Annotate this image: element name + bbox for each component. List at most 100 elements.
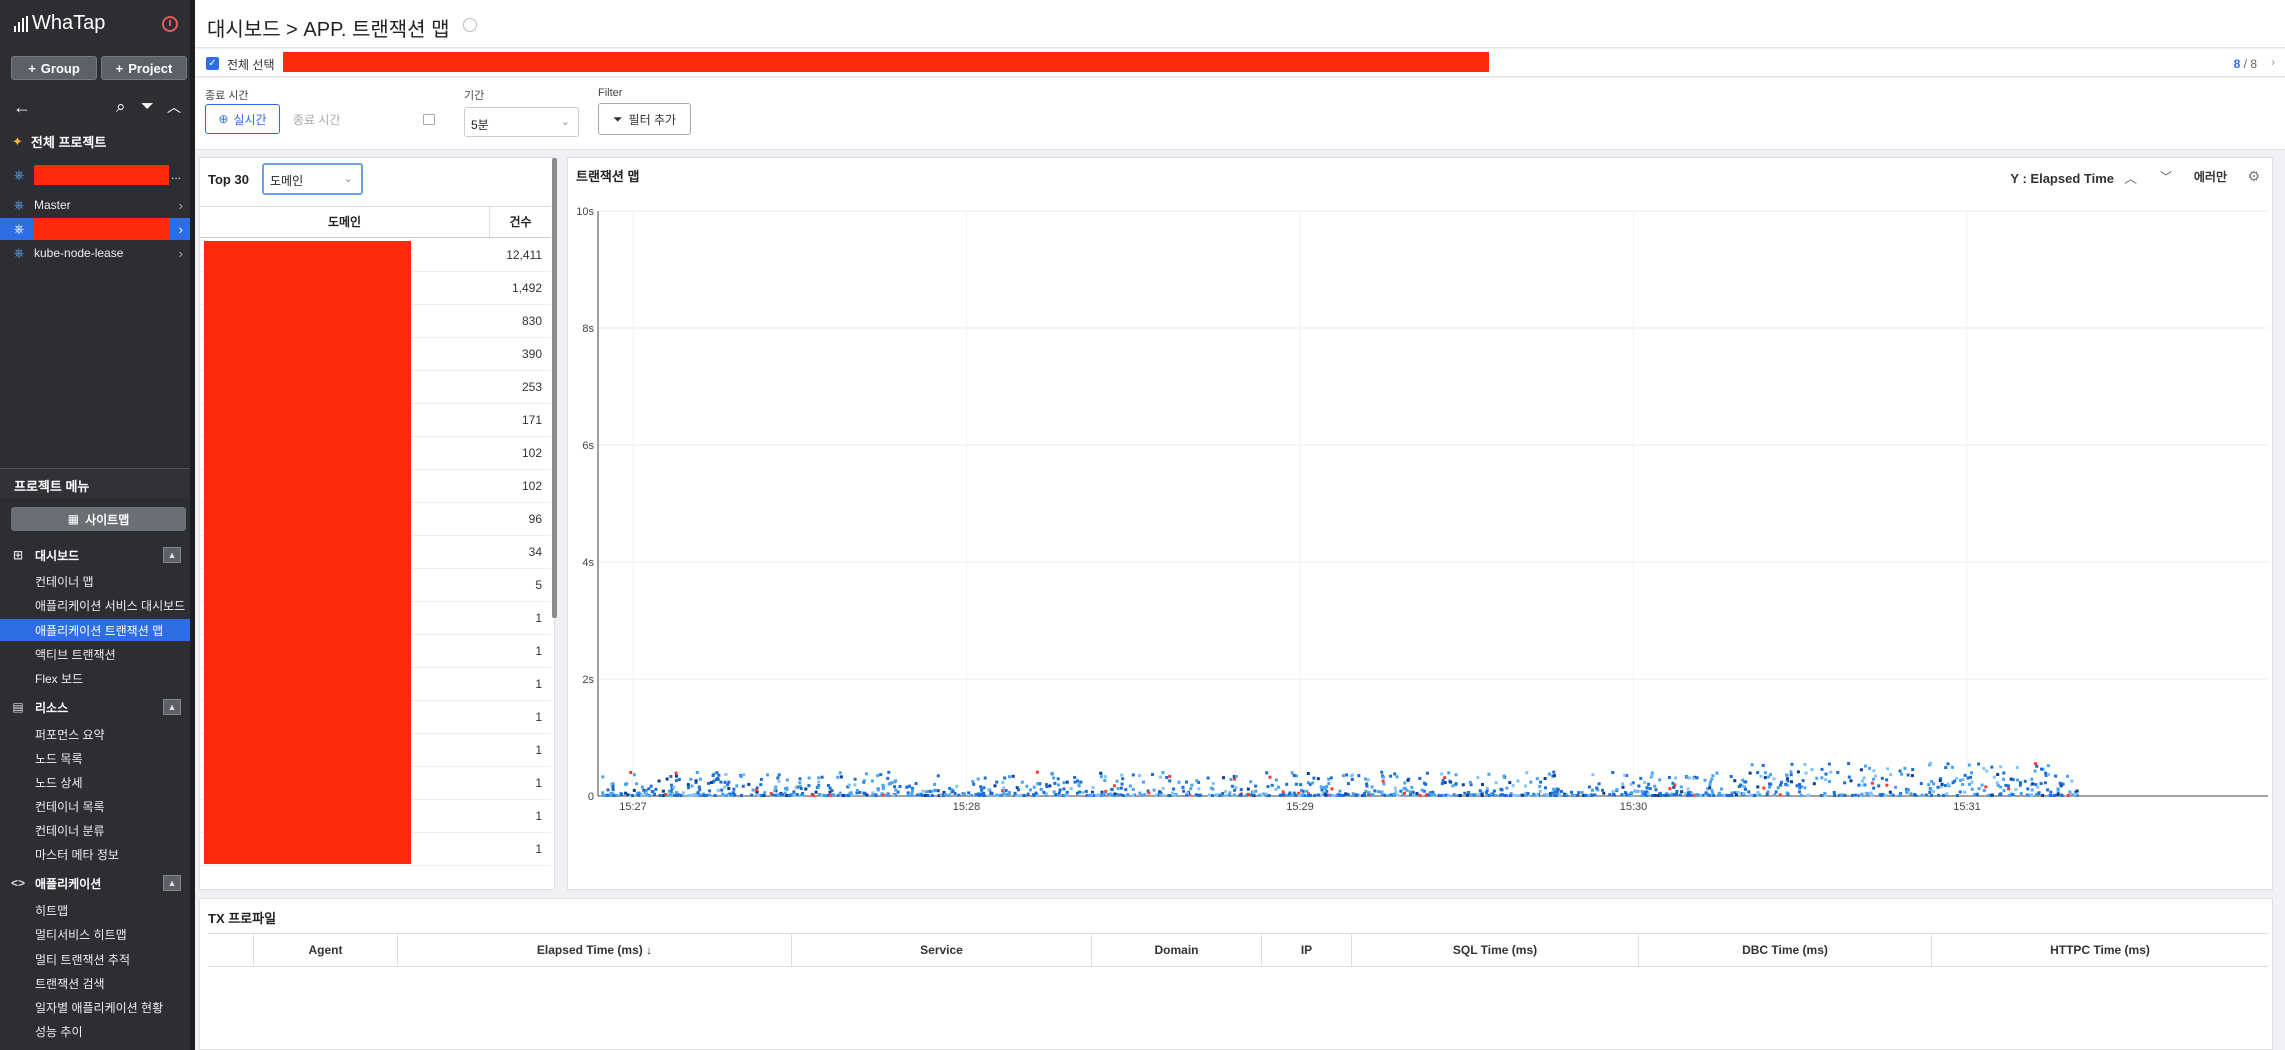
kubernetes-icon: ⎈ — [13, 167, 25, 182]
chevron-right-icon[interactable]: › — [2271, 55, 2275, 69]
redacted-name — [34, 218, 169, 240]
transaction-point — [1929, 787, 1933, 791]
transaction-point — [1779, 783, 1783, 787]
transaction-point — [1065, 790, 1069, 794]
back-arrow-icon[interactable]: ← — [13, 97, 31, 117]
gear-icon[interactable]: ⚙ — [2247, 168, 2260, 185]
group-by-select[interactable]: 도메인 ⌄ — [262, 163, 363, 195]
menu-item-flex-board[interactable]: Flex 보드 — [0, 667, 190, 689]
transaction-point — [1733, 779, 1737, 783]
collapse-icon[interactable]: ▲ — [163, 547, 181, 563]
menu-item-app-service-dashboard[interactable]: 애플리케이션 서비스 대시보드 — [0, 594, 190, 616]
collapse-icon[interactable]: ▲ — [163, 875, 181, 891]
transaction-point — [2030, 777, 2034, 781]
menu-item-daily-app-status[interactable]: 일자별 애플리케이션 현황 — [0, 996, 190, 1018]
period-select[interactable]: 5분 ⌄ — [464, 107, 579, 137]
transaction-point — [910, 792, 914, 795]
transaction-point — [1878, 793, 1882, 797]
select-all-label: 전체 선택 — [227, 58, 275, 72]
calendar-icon[interactable] — [423, 114, 435, 125]
end-time-input[interactable]: 종료 시간 — [293, 111, 433, 128]
menu-item-multi-transaction-trace[interactable]: 멀티 트랜잭션 추적 — [0, 948, 190, 970]
history-icon[interactable] — [463, 18, 477, 32]
whatap-logo[interactable]: WhaTap — [14, 12, 105, 35]
transaction-point — [1121, 777, 1125, 781]
col-domain[interactable]: 도메인 — [200, 207, 490, 237]
project-item-master[interactable]: ⎈ Master › — [0, 194, 193, 216]
count-cell: 1,492 — [511, 281, 542, 295]
menu-item-app-transaction-map[interactable]: 애플리케이션 트랜잭션 맵 — [0, 619, 190, 641]
col-elapsed-time[interactable]: Elapsed Time (ms) ↓ — [398, 934, 792, 966]
clock-icon[interactable] — [162, 16, 178, 32]
panel-scrollbar[interactable] — [552, 158, 557, 618]
menu-item-multiservice-heatmap[interactable]: 멀티서비스 히트맵 — [0, 923, 190, 945]
select-all-checkbox[interactable]: ✓ — [206, 57, 219, 70]
col-agent[interactable]: Agent — [254, 934, 398, 966]
menu-item-container-map[interactable]: 컨테이너 맵 — [0, 570, 190, 592]
transaction-point — [1640, 790, 1644, 794]
transaction-point — [1301, 789, 1305, 793]
col-httpc-time[interactable]: HTTPC Time (ms) — [1932, 934, 2268, 966]
col-service[interactable]: Service — [792, 934, 1092, 966]
project-item-1[interactable]: ⎈ ... — [0, 164, 193, 186]
transaction-point — [601, 794, 605, 797]
transaction-point — [1870, 781, 1874, 785]
sitemap-button[interactable]: ▦ 사이트맵 — [11, 507, 186, 531]
transaction-point — [664, 793, 668, 796]
transaction-point — [1453, 794, 1457, 797]
menu-item-node-list[interactable]: 노드 목록 — [0, 747, 190, 769]
col-dbc-time[interactable]: DBC Time (ms) — [1639, 934, 1932, 966]
col-sql-time[interactable]: SQL Time (ms) — [1352, 934, 1639, 966]
transaction-point — [1017, 788, 1020, 792]
menu-item-heatmap[interactable]: 히트맵 — [0, 899, 190, 921]
y-axis-select[interactable]: Y : Elapsed Time ︿ — [2010, 168, 2137, 187]
menu-item-transaction-search[interactable]: 트랜잭션 검색 — [0, 972, 190, 994]
transaction-point — [1282, 792, 1286, 796]
transaction-point — [1177, 780, 1181, 784]
menu-item-active-transaction[interactable]: 액티브 트랜잭션 — [0, 643, 190, 665]
section-dashboard[interactable]: ⊞ 대시보드 ▲ — [0, 544, 193, 566]
add-filter-button[interactable]: ⏷ 필터 추가 — [598, 103, 691, 135]
col-ip[interactable]: IP — [1262, 934, 1352, 966]
col-domain[interactable]: Domain — [1092, 934, 1262, 966]
menu-item-container-list[interactable]: 컨테이너 목록 — [0, 795, 190, 817]
transaction-point — [1980, 783, 1984, 787]
transaction-point — [1380, 770, 1384, 774]
transaction-point — [1659, 794, 1663, 797]
add-group-label: Group — [40, 60, 80, 76]
menu-item-performance-summary[interactable]: 퍼포먼스 요약 — [0, 723, 190, 745]
transaction-point — [1560, 789, 1563, 793]
section-application[interactable]: <> 애플리케이션 ▲ — [0, 872, 193, 894]
collapse-icon[interactable]: ▲ — [163, 699, 181, 715]
chevron-up-icon[interactable]: ︿ — [167, 97, 181, 117]
plus-icon: + — [115, 60, 124, 76]
transaction-point — [629, 771, 633, 774]
menu-item-container-class[interactable]: 컨테이너 분류 — [0, 819, 190, 841]
chevron-down-icon[interactable]: ﹀ — [2160, 168, 2172, 185]
col-count[interactable]: 건수 — [490, 207, 551, 237]
menu-item-performance-trend[interactable]: 성능 추이 — [0, 1020, 190, 1042]
filter-icon[interactable]: ⏷ — [141, 97, 154, 117]
transaction-point — [1232, 793, 1236, 797]
transaction-point — [1032, 785, 1036, 789]
project-item-active[interactable]: ⎈ › — [0, 218, 193, 240]
transaction-point — [1860, 792, 1864, 796]
transaction-point — [1552, 770, 1556, 774]
table-header: 도메인 건수 — [200, 206, 551, 238]
menu-item-node-detail[interactable]: 노드 상세 — [0, 771, 190, 793]
realtime-button[interactable]: ⊕ 실시간 — [205, 104, 280, 134]
transaction-point — [1798, 786, 1802, 790]
transaction-point — [1159, 775, 1162, 779]
add-group-button[interactable]: + Group — [11, 56, 97, 80]
add-project-button[interactable]: + Project — [101, 56, 187, 80]
transaction-point — [724, 794, 728, 797]
errors-only-button[interactable]: 에러만 — [2194, 168, 2227, 185]
section-resource[interactable]: ▤ 리소스 ▲ — [0, 696, 193, 718]
project-item-kube-node-lease[interactable]: ⎈ kube-node-lease › — [0, 242, 193, 264]
search-icon[interactable]: ⌕ — [116, 97, 126, 117]
transaction-scatter-chart[interactable]: 10s 8s 6s 4s 2s 0 15:27 15:28 15:29 15:30 15:31 — [568, 198, 2272, 850]
transaction-point — [2026, 787, 2030, 791]
all-projects[interactable]: ✦ 전체 프로젝트 — [12, 132, 106, 151]
menu-item-master-meta[interactable]: 마스터 메타 정보 — [0, 843, 190, 865]
transaction-point — [1666, 793, 1670, 797]
